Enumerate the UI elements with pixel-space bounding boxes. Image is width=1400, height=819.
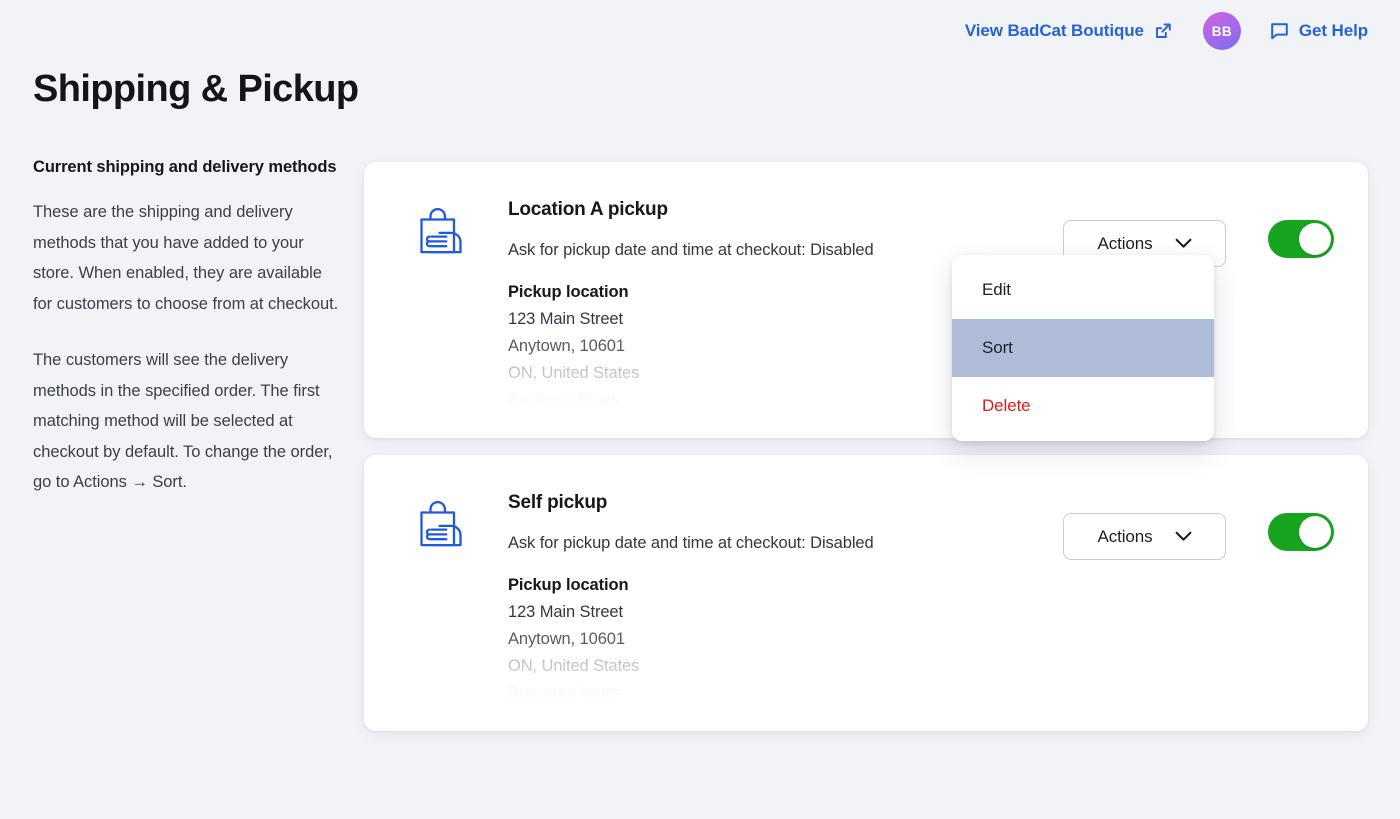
view-store-label: View BadCat Boutique [964, 21, 1144, 40]
description-paragraph-2: The customers will see the delivery meth… [33, 351, 333, 492]
top-bar: View BadCat Boutique BB Get Help [0, 0, 1400, 62]
page-title: Shipping & Pickup [33, 68, 359, 110]
actions-button-label: Actions [1097, 526, 1153, 546]
method-enable-toggle[interactable] [1268, 220, 1334, 258]
chevron-down-icon [1175, 238, 1192, 249]
address-line-3: ON, United States [508, 657, 640, 675]
chevron-down-icon [1175, 531, 1192, 542]
get-help-link[interactable]: Get Help [1269, 21, 1368, 42]
shipping-description-panel: Current shipping and delivery methods Th… [33, 152, 343, 498]
method-title: Self pickup [508, 492, 608, 513]
description-paragraph-1: These are the shipping and delivery meth… [33, 203, 339, 313]
avatar-initials: BB [1211, 23, 1233, 39]
menu-item-sort-label: Sort [982, 338, 1013, 357]
menu-item-delete-label: Delete [982, 396, 1031, 415]
address-line-2: Anytown, 10601 [508, 630, 625, 648]
pickup-location-label: Pickup location [508, 576, 629, 594]
menu-item-sort[interactable]: Sort [952, 319, 1214, 377]
get-help-label: Get Help [1298, 21, 1368, 40]
view-store-link[interactable]: View BadCat Boutique [965, 21, 1173, 41]
menu-item-edit-label: Edit [982, 280, 1011, 299]
method-enable-toggle[interactable] [1268, 513, 1334, 551]
method-details: Self pickup Ask for pickup date and time… [486, 481, 1063, 731]
method-controls: Actions [1063, 481, 1334, 731]
chat-bubble-icon [1269, 21, 1290, 42]
method-title: Location A pickup [508, 199, 668, 220]
method-subtitle: Ask for pickup date and time at checkout… [508, 534, 874, 552]
shipping-method-card[interactable]: Self pickup Ask for pickup date and time… [364, 455, 1368, 731]
actions-button-label: Actions [1097, 233, 1153, 253]
external-link-icon [1153, 21, 1173, 41]
pickup-bag-hand-icon [408, 188, 486, 438]
toggle-knob [1299, 516, 1331, 548]
actions-button[interactable]: Actions [1063, 513, 1226, 560]
avatar[interactable]: BB [1202, 12, 1241, 50]
actions-dropdown-menu[interactable]: Edit Sort Delete [952, 255, 1214, 441]
address-line-4: Business hours [508, 684, 620, 702]
shipping-methods-list: Location A pickup Ask for pickup date an… [364, 162, 1368, 731]
address-line-1: 123 Main Street [508, 603, 623, 621]
shipping-method-card[interactable]: Location A pickup Ask for pickup date an… [364, 162, 1368, 438]
menu-item-delete[interactable]: Delete [952, 377, 1214, 435]
description-heading: Current shipping and delivery methods [33, 158, 337, 176]
menu-item-edit[interactable]: Edit [952, 261, 1214, 319]
pickup-bag-hand-icon [408, 481, 486, 731]
toggle-knob [1299, 223, 1331, 255]
